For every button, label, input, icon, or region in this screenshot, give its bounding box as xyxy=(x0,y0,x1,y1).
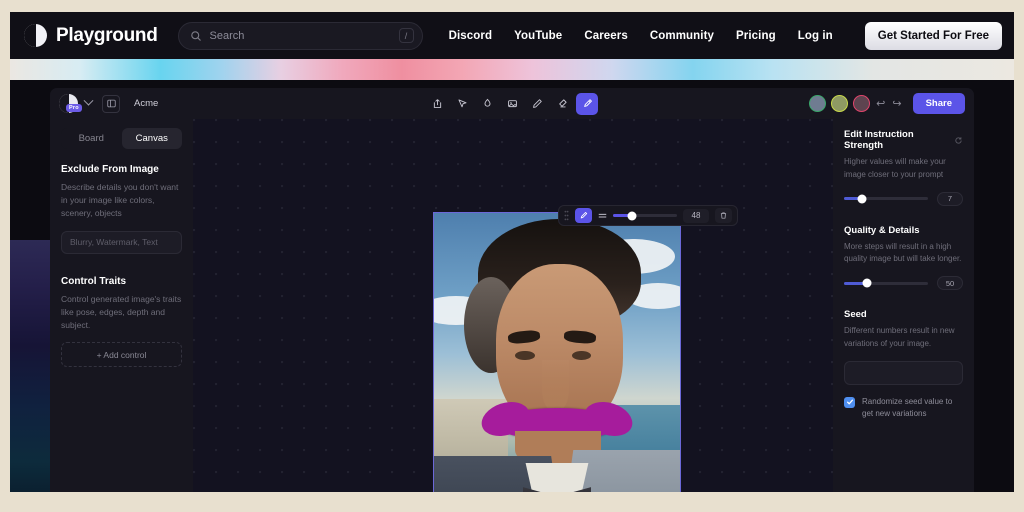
randomize-seed-label: Randomize seed value to get new variatio… xyxy=(862,396,953,419)
get-started-button[interactable]: Get Started For Free xyxy=(864,21,1002,50)
brand[interactable]: Playground xyxy=(24,24,158,47)
brush-size-slider-knob[interactable] xyxy=(627,211,637,220)
app-window: Pro Acme ↩ ↪ Share Board Canvas Exclude … xyxy=(10,80,1014,492)
eye xyxy=(515,350,535,361)
quality-header: Quality & Details xyxy=(844,225,963,236)
playground-logo-icon xyxy=(24,24,47,47)
panel-tabs: Board Canvas xyxy=(61,128,182,149)
app-inner: Pro Acme ↩ ↪ Share Board Canvas Exclude … xyxy=(50,88,974,492)
edit-strength-title: Edit Instruction Strength xyxy=(844,129,914,151)
add-control-button[interactable]: + Add control xyxy=(61,342,182,368)
nav-item-pricing[interactable]: Pricing xyxy=(736,30,776,42)
drag-handle-icon[interactable] xyxy=(564,210,569,221)
delete-button[interactable] xyxy=(715,208,732,223)
brush-icon xyxy=(580,211,588,219)
image-frame-icon[interactable] xyxy=(501,93,523,115)
topbar-right: ↩ ↪ Share xyxy=(809,93,965,114)
exclude-from-image-description: Describe details you don't want in your … xyxy=(61,182,179,219)
generated-image xyxy=(434,213,680,492)
randomize-seed-row[interactable]: Randomize seed value to get new variatio… xyxy=(844,396,963,421)
nav-item-community[interactable]: Community xyxy=(650,30,714,42)
randomize-seed-checkbox[interactable] xyxy=(844,396,855,408)
brush-size-icon xyxy=(598,213,607,218)
edit-strength-value[interactable]: 7 xyxy=(937,191,963,206)
edit-strength-row: 7 xyxy=(844,191,963,206)
brush-size-value[interactable]: 48 xyxy=(683,208,709,223)
seed-input[interactable] xyxy=(844,360,963,385)
brush-toolbar: 48 xyxy=(558,205,738,226)
edit-strength-slider[interactable] xyxy=(844,194,928,204)
undo-button[interactable]: ↩ xyxy=(875,97,886,110)
search-icon xyxy=(190,30,201,41)
search-placeholder: Search xyxy=(209,29,245,42)
control-traits-title: Control Traits xyxy=(61,275,127,287)
avatar[interactable] xyxy=(831,95,849,112)
brand-name: Playground xyxy=(56,24,158,46)
left-panel: Board Canvas Exclude From Image Describe… xyxy=(50,119,193,492)
quality-description: More steps will result in a high quality… xyxy=(844,241,962,264)
quality-slider[interactable] xyxy=(844,278,928,288)
brush-tool-button[interactable] xyxy=(575,208,592,223)
tab-board[interactable]: Board xyxy=(61,128,122,149)
app-topbar: Pro Acme ↩ ↪ Share xyxy=(50,88,974,119)
hand-pan-icon[interactable] xyxy=(476,93,498,115)
main-nav: Discord YouTube Careers Community Pricin… xyxy=(449,21,1002,50)
panel-toggle-button[interactable] xyxy=(102,94,120,113)
edit-strength-header: Edit Instruction Strength xyxy=(844,129,963,151)
nav-item-login[interactable]: Log in xyxy=(798,30,833,42)
share-export-icon[interactable] xyxy=(426,93,448,115)
quality-value[interactable]: 50 xyxy=(937,276,963,291)
control-traits-description: Control generated image's traits like po… xyxy=(61,293,182,330)
share-button[interactable]: Share xyxy=(912,93,965,114)
edit-strength-slider-knob[interactable] xyxy=(857,194,867,204)
redo-button[interactable]: ↪ xyxy=(891,97,902,110)
trash-icon xyxy=(720,212,727,219)
workspace-name[interactable]: Acme xyxy=(134,98,158,109)
exclude-from-image-title: Exclude From Image xyxy=(61,164,159,175)
edit-strength-description: Higher values will make your image close… xyxy=(844,157,946,179)
eraser-icon[interactable] xyxy=(551,93,573,115)
nav-item-careers[interactable]: Careers xyxy=(584,30,628,42)
nav-item-youtube[interactable]: YouTube xyxy=(514,30,562,42)
chevron-down-icon[interactable] xyxy=(83,95,94,106)
nose xyxy=(542,360,570,412)
right-panel: Edit Instruction Strength Higher values … xyxy=(833,119,974,492)
avatar[interactable] xyxy=(809,95,827,112)
pro-badge: Pro xyxy=(66,104,82,112)
search-shortcut-key: / xyxy=(398,28,414,43)
search-input[interactable]: Search / xyxy=(177,21,423,50)
nav-item-discord[interactable]: Discord xyxy=(449,30,493,42)
seed-title: Seed xyxy=(844,309,867,321)
toolbar xyxy=(426,92,598,115)
exclude-from-image-input[interactable]: Blurry, Watermark, Text xyxy=(61,230,182,254)
pencil-edit-icon[interactable] xyxy=(526,93,548,115)
check-icon xyxy=(846,399,853,405)
brush-icon[interactable] xyxy=(576,92,598,115)
workspace-logo-icon[interactable]: Pro xyxy=(59,94,82,113)
canvas-area[interactable]: 48 xyxy=(193,119,833,492)
sidebar-icon xyxy=(106,99,116,108)
reset-icon[interactable] xyxy=(954,136,963,145)
quality-title: Quality & Details xyxy=(844,224,920,236)
ambient-glow xyxy=(10,240,50,492)
site-header: Playground Search / Discord YouTube Care… xyxy=(10,12,1014,59)
tab-canvas[interactable]: Canvas xyxy=(121,128,182,149)
artboard[interactable] xyxy=(433,212,681,492)
seed-header: Seed xyxy=(844,309,963,320)
page-root: Playground Search / Discord YouTube Care… xyxy=(0,0,1024,512)
cursor-select-icon[interactable] xyxy=(451,93,473,115)
quality-row: 50 xyxy=(844,276,963,291)
bow-tie xyxy=(523,485,592,492)
seed-description: Different numbers result in new variatio… xyxy=(844,326,955,348)
quality-slider-knob[interactable] xyxy=(862,278,872,288)
brush-size-slider[interactable] xyxy=(613,211,677,220)
avatar[interactable] xyxy=(853,95,871,112)
